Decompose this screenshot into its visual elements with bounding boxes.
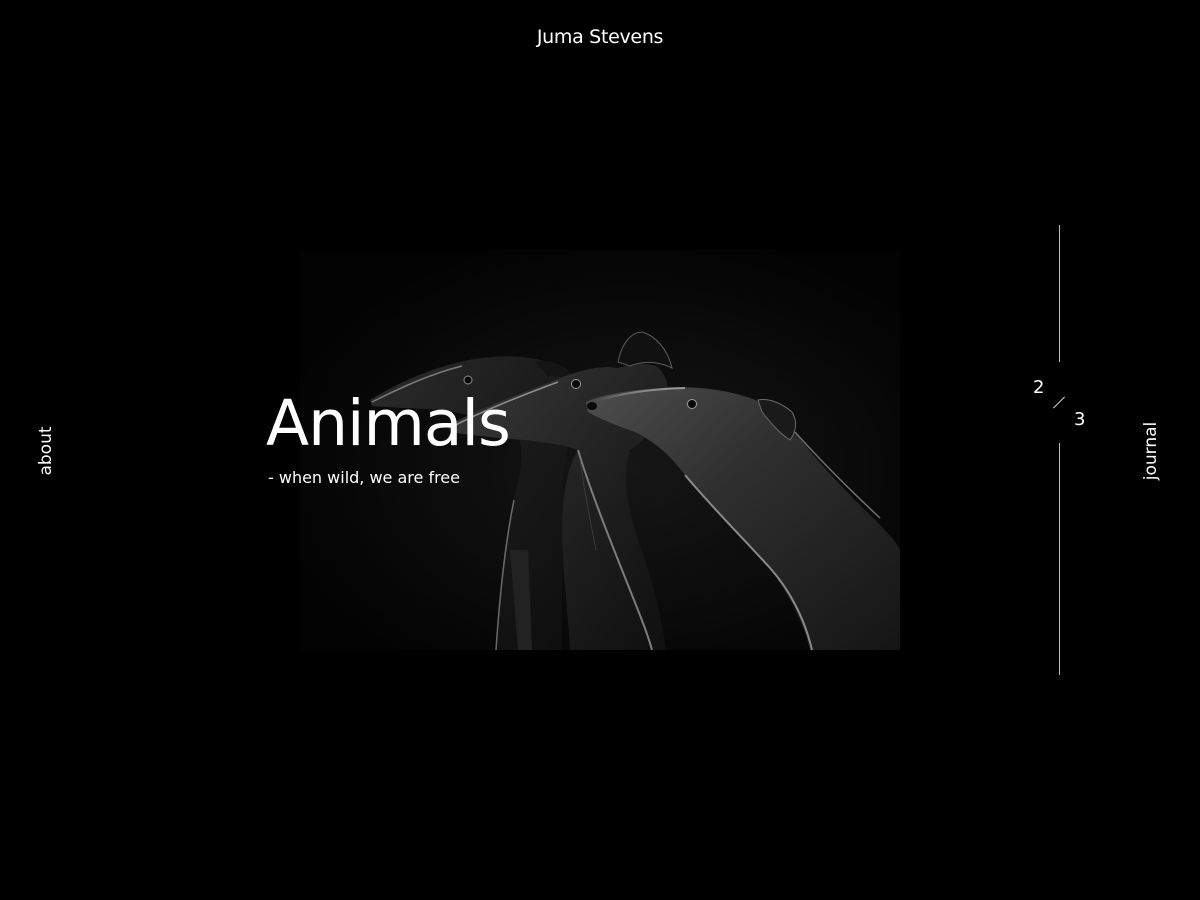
slide-title: Animals — [266, 387, 511, 460]
about-link[interactable]: about — [36, 426, 56, 475]
slide-subtitle: - when wild, we are free — [268, 468, 460, 487]
journal-link[interactable]: journal — [1141, 422, 1161, 481]
pager-total: 3 — [1074, 409, 1086, 430]
pager-divider-bottom — [1059, 443, 1060, 675]
pager-divider-top — [1059, 225, 1060, 362]
pager-current: 2 — [1033, 377, 1045, 398]
pager-slash — [1052, 396, 1066, 409]
site-title[interactable]: Juma Stevens — [0, 26, 1200, 48]
